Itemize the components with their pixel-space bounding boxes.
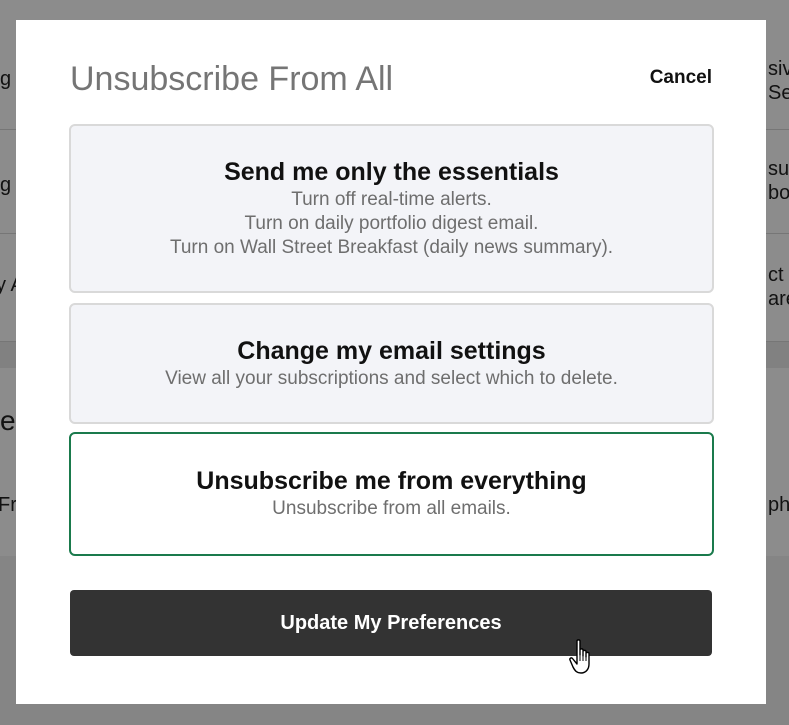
cancel-button[interactable]: Cancel — [650, 66, 712, 90]
option-title: Send me only the essentials — [224, 158, 559, 186]
option-description: Unsubscribe from all emails. — [272, 498, 511, 519]
option-description: Turn on daily portfolio digest email. — [244, 213, 539, 234]
option-description: Turn on Wall Street Breakfast (daily new… — [169, 237, 614, 258]
option-description: View all your subscriptions and select w… — [165, 368, 618, 389]
option-title: Change my email settings — [237, 337, 546, 365]
option-change-settings[interactable]: Change my email settings View all your s… — [69, 303, 714, 424]
option-title: Unsubscribe me from everything — [196, 467, 587, 495]
hand-pointer-icon — [569, 639, 590, 674]
modal-title: Unsubscribe From All — [70, 60, 394, 98]
option-essentials[interactable]: Send me only the essentials Turn off rea… — [69, 124, 714, 293]
unsubscribe-modal: Unsubscribe From All Cancel Send me only… — [16, 20, 766, 704]
option-unsubscribe-everything[interactable]: Unsubscribe me from everything Unsubscri… — [69, 432, 714, 556]
update-preferences-button[interactable]: Update My Preferences — [70, 590, 712, 656]
option-description: Turn off real-time alerts. — [291, 189, 492, 210]
